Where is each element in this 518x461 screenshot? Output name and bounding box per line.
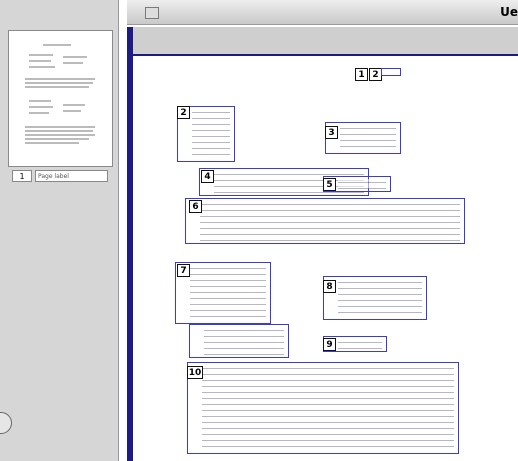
thumbnail-sidebar: 1 Page label	[0, 0, 119, 461]
layout-region	[189, 324, 289, 358]
window-titlebar: Ue	[127, 0, 518, 25]
region-number-6: 6	[189, 200, 202, 213]
thumbnail-page-preview	[25, 44, 95, 144]
region-number-7: 7	[177, 264, 190, 277]
layout-region	[187, 362, 459, 454]
layout-region	[381, 68, 401, 76]
window-menu-button[interactable]	[145, 7, 159, 19]
layout-region	[185, 198, 465, 244]
region-number-1: 1	[355, 68, 368, 81]
page-thumbnail[interactable]	[8, 30, 113, 167]
region-number-2: 2	[177, 106, 190, 119]
document-page: 1 2 2 3 4 5 6 7 8 9 10	[133, 56, 518, 461]
region-number-8: 8	[323, 280, 336, 293]
region-number-4: 4	[201, 170, 214, 183]
thumbnail-caption: 1 Page label	[12, 170, 108, 182]
region-number-9: 9	[323, 338, 336, 351]
window-title: Ue	[500, 5, 518, 19]
region-number-3: 3	[325, 126, 338, 139]
thumbnail-page-number: 1	[12, 170, 32, 182]
layout-region	[323, 276, 427, 320]
resize-handle[interactable]	[0, 412, 12, 434]
region-number-10: 10	[187, 366, 203, 379]
region-number-5: 5	[323, 178, 336, 191]
document-toolbar	[127, 27, 518, 56]
thumbnail-page-label: Page label	[35, 170, 108, 182]
